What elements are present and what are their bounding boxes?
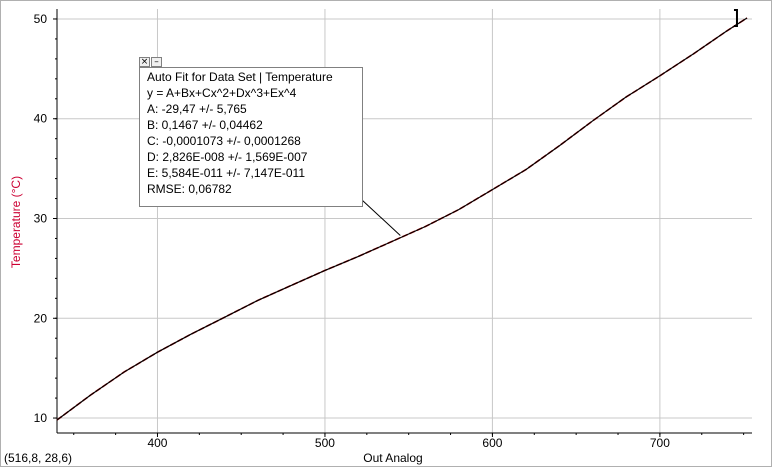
end-bracket-marker[interactable] — [733, 8, 738, 27]
coordinate-readout: (516,8, 28,6) — [4, 451, 73, 465]
y-axis-title[interactable]: Temperature (°C) — [9, 176, 23, 268]
fit-param-c: C: -0,0001073 +/- 0,0001268 — [147, 134, 301, 148]
fit-title: Auto Fit for Data Set | Temperature — [147, 70, 333, 84]
y-tick-label: 40 — [34, 112, 48, 126]
x-tick-label: 500 — [315, 436, 335, 450]
fit-equation: y = A+Bx+Cx^2+Dx^3+Ex^4 — [147, 86, 297, 100]
close-icon[interactable]: × — [139, 57, 150, 67]
y-tick-label: 20 — [34, 311, 48, 325]
x-tick-label: 400 — [147, 436, 167, 450]
fit-param-e: E: 5,584E-011 +/- 7,147E-011 — [147, 166, 305, 180]
fit-rmse: RMSE: 0,06782 — [147, 182, 232, 196]
annotation-leader-line — [361, 199, 401, 236]
fit-param-a: A: -29,47 +/- 5,765 — [147, 102, 247, 116]
y-tick-label: 50 — [34, 12, 48, 26]
chart-area[interactable]: 400 500 600 700 10 20 30 40 50 Out Analog Temper… — [0, 0, 772, 467]
y-tick-label: 10 — [34, 411, 48, 425]
x-tick-label: 700 — [650, 436, 670, 450]
x-axis-title[interactable]: Out Analog — [363, 451, 422, 465]
bracket-shape — [733, 8, 738, 27]
x-tick-label: 600 — [482, 436, 502, 450]
auto-fit-annotation[interactable]: Auto Fit for Data Set | Temperature y = … — [139, 67, 363, 207]
y-tick-label: 30 — [34, 212, 48, 226]
fit-param-b: B: 0,1467 +/- 0,04462 — [147, 118, 263, 132]
minimize-icon[interactable]: – — [151, 57, 162, 67]
fit-param-d: D: 2,826E-008 +/- 1,569E-007 — [147, 150, 308, 164]
